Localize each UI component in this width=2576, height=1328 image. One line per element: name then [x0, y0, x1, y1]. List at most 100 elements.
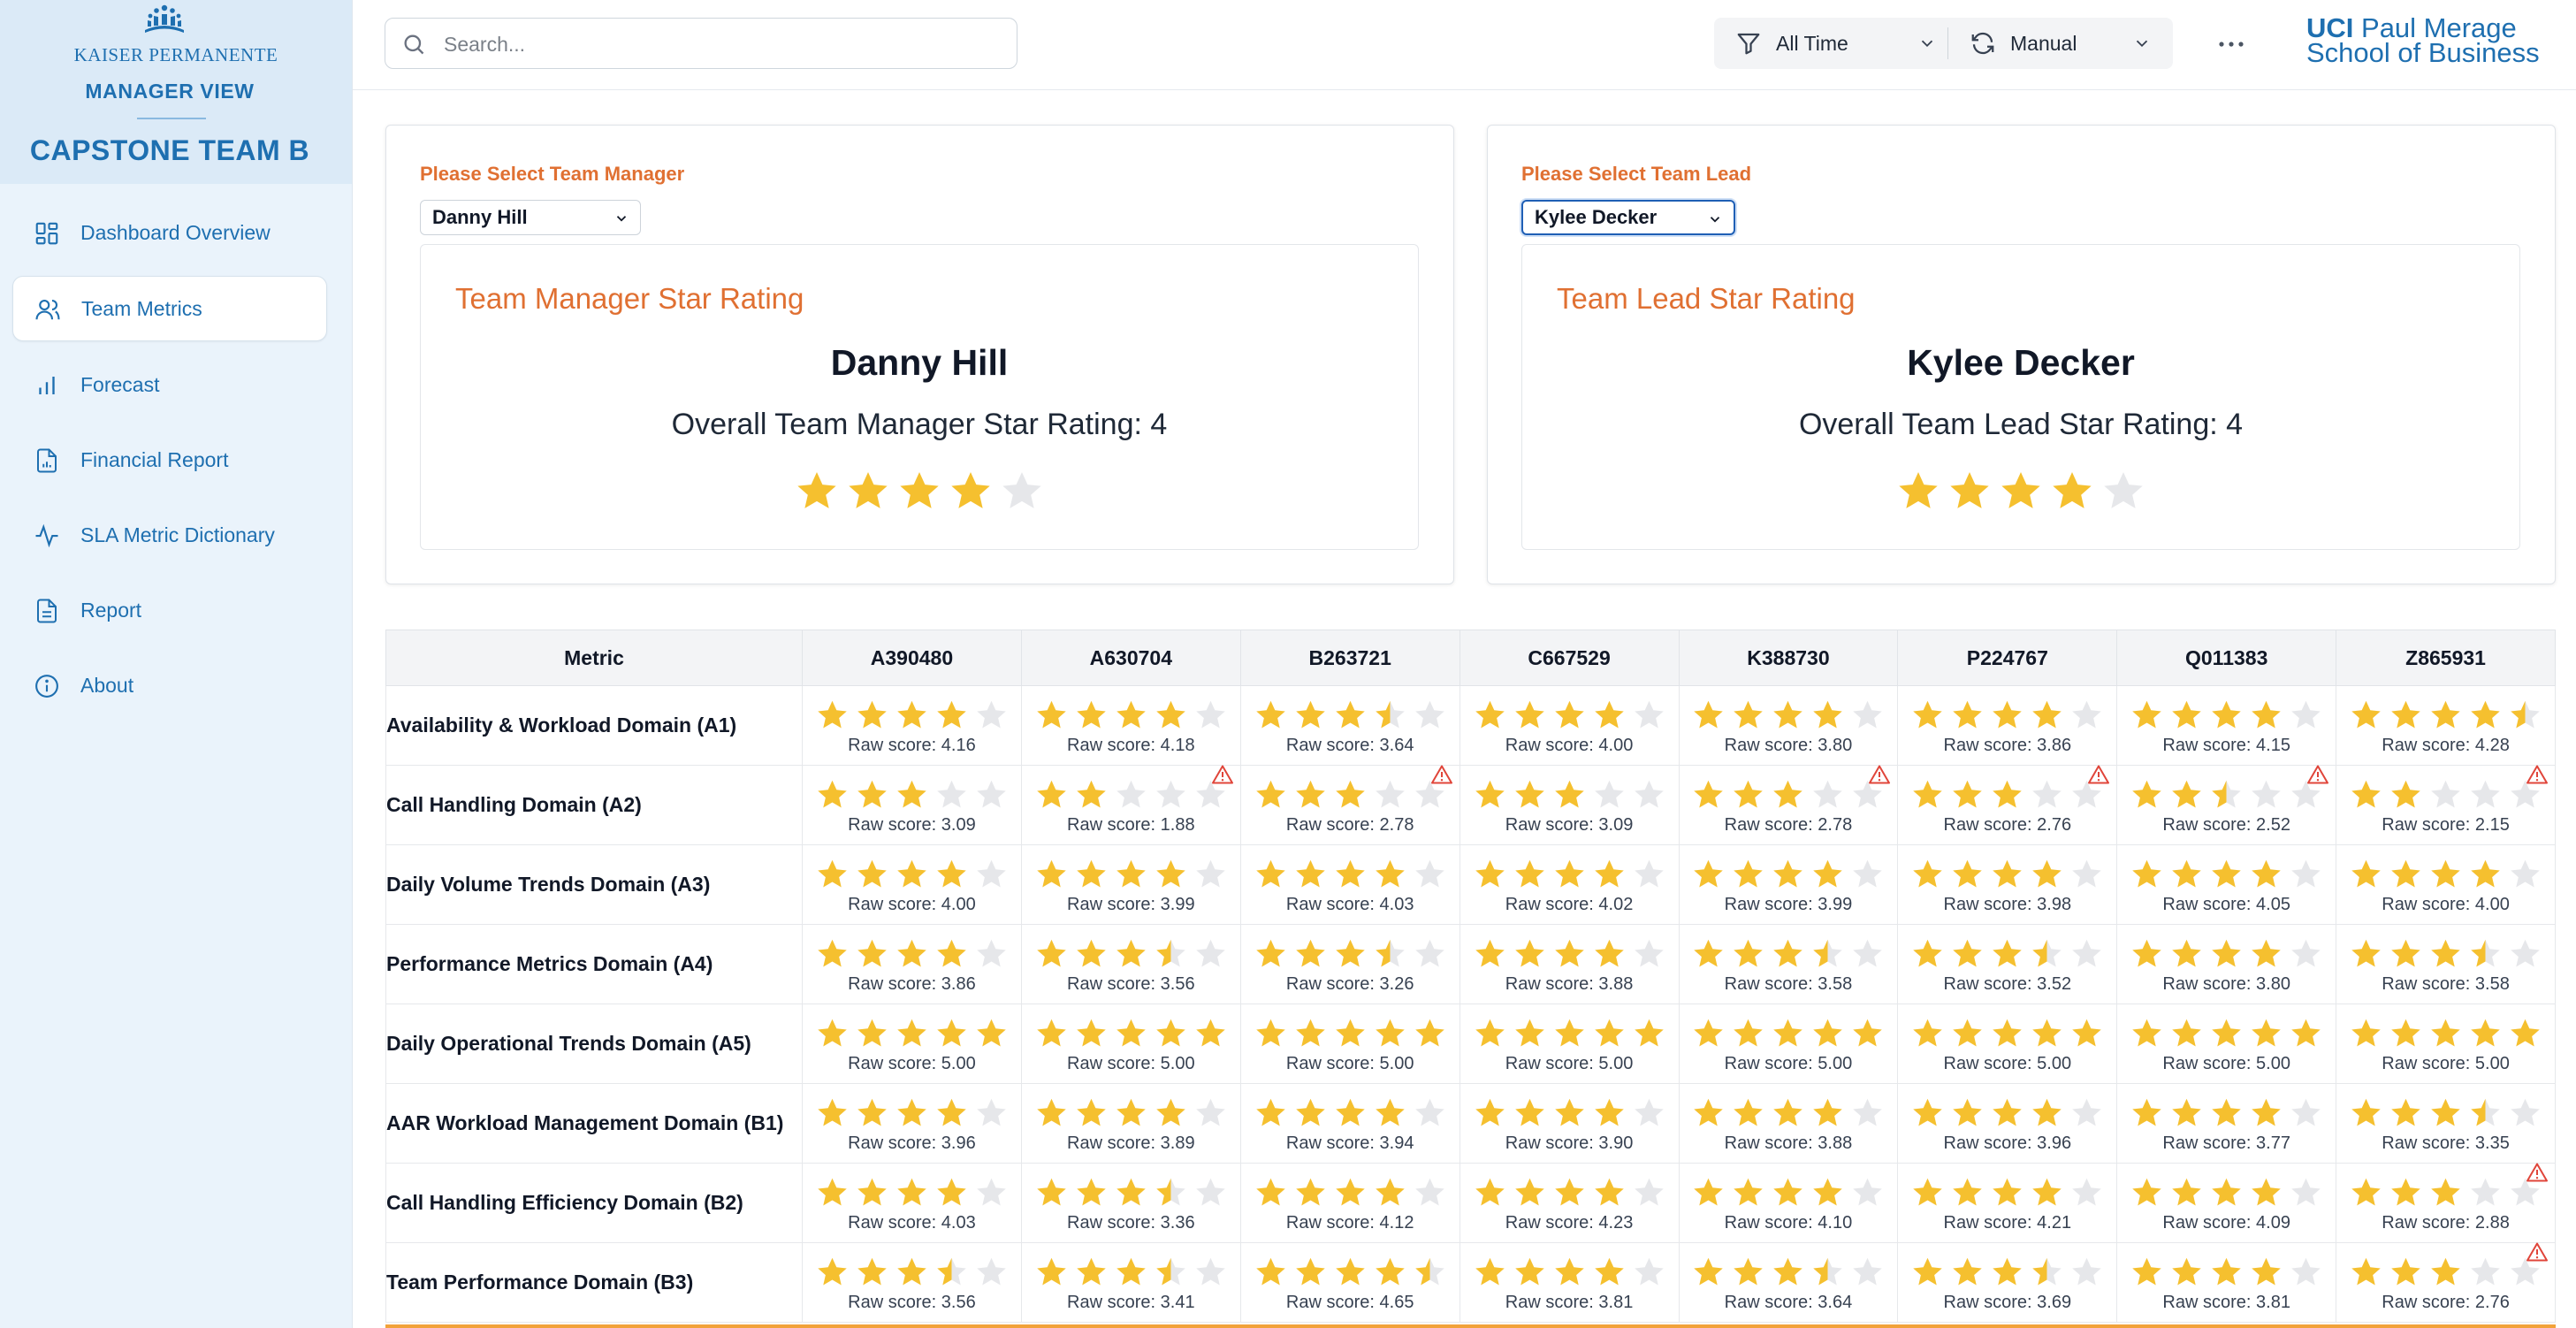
star-empty-icon	[1414, 1098, 1444, 1126]
star-half-icon	[2511, 700, 2540, 729]
raw-score-value: 3.35	[2474, 1133, 2510, 1153]
star-full-icon	[2252, 1178, 2281, 1206]
raw-score-label: Raw score: 3.86	[803, 974, 1021, 995]
metric-name-cell: Daily Operational Trends Domain (A5)	[385, 1004, 803, 1084]
brand-block: KAISER PERMANENTE MANAGER VIEW CAPSTONE …	[0, 0, 352, 184]
score-cell: Raw score: 3.88	[1678, 1083, 1899, 1164]
raw-score-prefix: Raw score:	[1285, 815, 1380, 835]
search-input[interactable]	[442, 27, 994, 61]
more-options-icon[interactable]	[2216, 27, 2246, 62]
star-full-icon	[951, 471, 990, 508]
star-full-icon	[1196, 1019, 1225, 1047]
star-full-icon	[1773, 1019, 1803, 1047]
star-full-icon	[1156, 1098, 1185, 1126]
sidebar-item-team-metrics[interactable]: Team Metrics	[12, 276, 327, 341]
star-full-icon	[1514, 1257, 1544, 1286]
team-manager-overall-rating: Overall Team Manager Star Rating: 4	[671, 408, 1168, 441]
score-cell: Raw score: 3.35	[2336, 1083, 2556, 1164]
raw-score-value: 3.80	[1818, 736, 1853, 755]
score-cell: Raw score: 2.52	[2116, 765, 2337, 845]
star-full-icon	[1255, 1178, 1285, 1206]
score-cell: Raw score: 3.94	[1239, 1083, 1460, 1164]
star-full-icon	[897, 1257, 926, 1286]
team-manager-select[interactable]: Danny Hill	[420, 200, 641, 235]
metric-name-cell: Call Handling Domain (A2)	[385, 765, 803, 845]
star-empty-icon	[2291, 1257, 2321, 1286]
star-full-icon	[897, 700, 926, 729]
raw-score-prefix: Raw score:	[1285, 1293, 1380, 1312]
star-full-icon	[937, 1178, 966, 1206]
star-full-icon	[1694, 1098, 1724, 1126]
raw-score-label: Raw score: 2.78	[1241, 815, 1459, 836]
score-cell: Raw score: 5.00	[1020, 1004, 1241, 1084]
score-cell: Raw score: 3.09	[1459, 765, 1680, 845]
star-rating	[803, 698, 1021, 732]
star-empty-icon	[2291, 859, 2321, 888]
sidebar-item-about[interactable]: About	[12, 653, 327, 717]
raw-score-value: 4.00	[1598, 736, 1634, 755]
score-cell: Raw score: 5.00	[1897, 1004, 2118, 1084]
star-full-icon	[1037, 1178, 1066, 1206]
star-full-icon	[2511, 1019, 2540, 1047]
star-rating	[1898, 1016, 2116, 1050]
star-rating	[2336, 1095, 2555, 1130]
raw-score-value: 3.69	[2037, 1293, 2072, 1312]
score-cell-content: Raw score: 5.00	[1460, 1004, 1679, 1083]
raw-score-value: 4.28	[2474, 736, 2510, 755]
star-rating	[1898, 1175, 2116, 1210]
sidebar-nav: Dashboard Overview Team Metrics Forecast…	[12, 201, 327, 729]
star-rating	[1680, 857, 1898, 891]
star-empty-icon	[1853, 1178, 1883, 1206]
star-rating	[2117, 777, 2336, 812]
team-lead-select[interactable]: Kylee Decker	[1521, 200, 1735, 235]
star-full-icon	[2431, 1178, 2460, 1206]
star-full-icon	[857, 780, 887, 808]
sidebar-item-sla-metric-dictionary[interactable]: SLA Metric Dictionary	[12, 503, 327, 567]
star-full-icon	[1335, 1178, 1365, 1206]
star-full-icon	[818, 1098, 847, 1126]
star-full-icon	[2391, 859, 2420, 888]
manager-view-label: MANAGER VIEW	[85, 80, 255, 103]
raw-score-label: Raw score: 3.88	[1460, 974, 1679, 995]
raw-score-value: 3.56	[941, 1293, 976, 1312]
star-full-icon	[1475, 1019, 1505, 1047]
score-cell-content: Raw score: 4.05	[2117, 845, 2336, 924]
top-bar: All Time Manual UCI Paul Merage School o…	[353, 0, 2576, 90]
raw-score-prefix: Raw score:	[1067, 1133, 1161, 1153]
raw-score-value: 3.36	[1160, 1213, 1195, 1233]
score-cell: Raw score: 2.76	[2336, 1242, 2556, 1323]
sidebar-item-report[interactable]: Report	[12, 578, 327, 642]
raw-score-prefix: Raw score:	[1943, 1054, 2038, 1073]
refresh-mode-dropdown[interactable]: Manual	[1970, 18, 2152, 69]
star-rating	[1680, 698, 1898, 732]
raw-score-label: Raw score: 5.00	[1898, 1054, 2116, 1074]
column-header-metric: Metric	[385, 630, 803, 686]
score-cell: Raw score: 3.26	[1239, 924, 1460, 1004]
raw-score-prefix: Raw score:	[1505, 974, 1599, 994]
score-cell-content: Raw score: 3.81	[1460, 1243, 1679, 1322]
score-cell: Raw score: 4.65	[1239, 1242, 1460, 1323]
star-rating	[1898, 1095, 2116, 1130]
chevron-down-icon	[616, 216, 627, 222]
raw-score-label: Raw score: 4.03	[803, 1213, 1021, 1233]
raw-score-prefix: Raw score:	[1067, 1054, 1161, 1073]
score-cell: Raw score: 3.56	[1020, 924, 1241, 1004]
raw-score-value: 3.86	[2037, 736, 2072, 755]
raw-score-value: 3.80	[2256, 974, 2290, 994]
sidebar-item-dashboard-overview[interactable]: Dashboard Overview	[12, 201, 327, 264]
chevron-down-icon	[1710, 217, 1720, 223]
raw-score-label: Raw score: 3.09	[1460, 815, 1679, 836]
star-full-icon	[1077, 1178, 1106, 1206]
star-rating	[1022, 1095, 1240, 1130]
raw-score-prefix: Raw score:	[1724, 1293, 1818, 1312]
star-full-icon	[2132, 1257, 2161, 1286]
sidebar-item-forecast[interactable]: Forecast	[12, 353, 327, 416]
star-rating	[1680, 1095, 1898, 1130]
team-lead-overall-rating: Overall Team Lead Star Rating: 4	[1798, 408, 2244, 441]
time-filter-dropdown[interactable]: All Time	[1735, 18, 1937, 69]
score-cell: Raw score: 4.02	[1459, 844, 1680, 925]
sidebar-item-financial-report[interactable]: Financial Report	[12, 428, 327, 492]
star-full-icon	[1514, 939, 1544, 967]
star-empty-icon	[1634, 859, 1664, 888]
raw-score-label: Raw score: 2.78	[1680, 815, 1898, 836]
